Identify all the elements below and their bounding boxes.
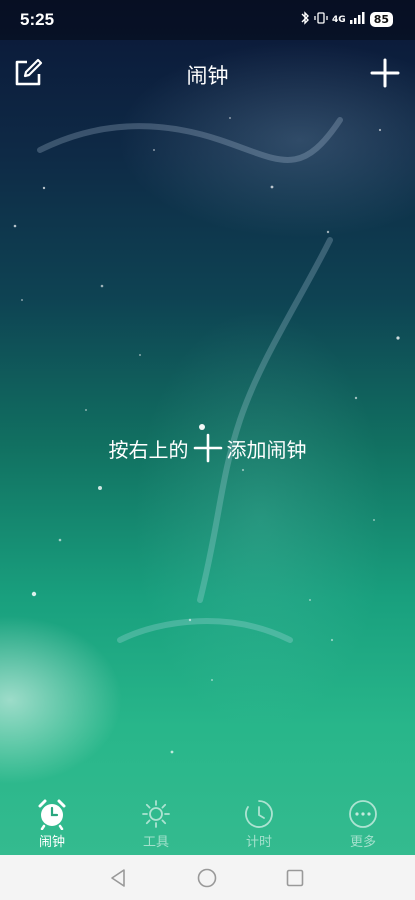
home-circle-icon[interactable]: [196, 867, 218, 889]
tab-alarm-label: 闹钟: [38, 835, 65, 850]
tab-more-label: 更多: [349, 835, 376, 850]
stars-decoration: [13, 117, 400, 754]
system-nav-bar: [0, 855, 415, 900]
bluetooth-icon: [300, 11, 310, 28]
status-icons: 4G 85: [300, 11, 393, 28]
sun-icon: [142, 800, 170, 828]
tab-more[interactable]: 更多: [323, 795, 403, 855]
tab-alarm[interactable]: 闹钟: [12, 795, 92, 855]
hint-text-before: 按右上的: [108, 437, 189, 462]
network-type: 4G: [332, 14, 346, 25]
signal-icon: [349, 12, 366, 27]
back-triangle-icon[interactable]: [108, 867, 130, 889]
plus-icon: [193, 433, 222, 463]
vibrate-icon: [314, 11, 328, 28]
status-bar: 5:25 4G 85: [0, 0, 415, 40]
status-time: 5:25: [20, 10, 55, 29]
tab-tools[interactable]: 工具: [116, 795, 196, 855]
bottom-nav: 闹钟 工具 计时 更多: [0, 795, 415, 855]
hint-text-after: 添加闹钟: [226, 437, 307, 462]
header: 闹钟: [0, 40, 415, 104]
plus-icon: [370, 58, 400, 88]
recents-square-icon[interactable]: [284, 867, 306, 889]
timer-icon: [245, 800, 273, 828]
add-alarm-button[interactable]: [369, 57, 401, 89]
tab-timer-label: 计时: [245, 835, 272, 850]
more-icon: [349, 800, 377, 828]
empty-state-hint: 按右上的 添加闹钟: [0, 433, 415, 463]
tab-timer[interactable]: 计时: [219, 795, 299, 855]
battery-level: 85: [369, 12, 393, 27]
alarm-clock-icon: [38, 799, 66, 830]
tab-tools-label: 工具: [142, 835, 169, 850]
alarm-screen: 5:25 4G 85 闹钟 按右上的 添加闹钟 闹钟 工具 计时 更多: [0, 0, 415, 900]
page-title: 闹钟: [186, 64, 229, 88]
